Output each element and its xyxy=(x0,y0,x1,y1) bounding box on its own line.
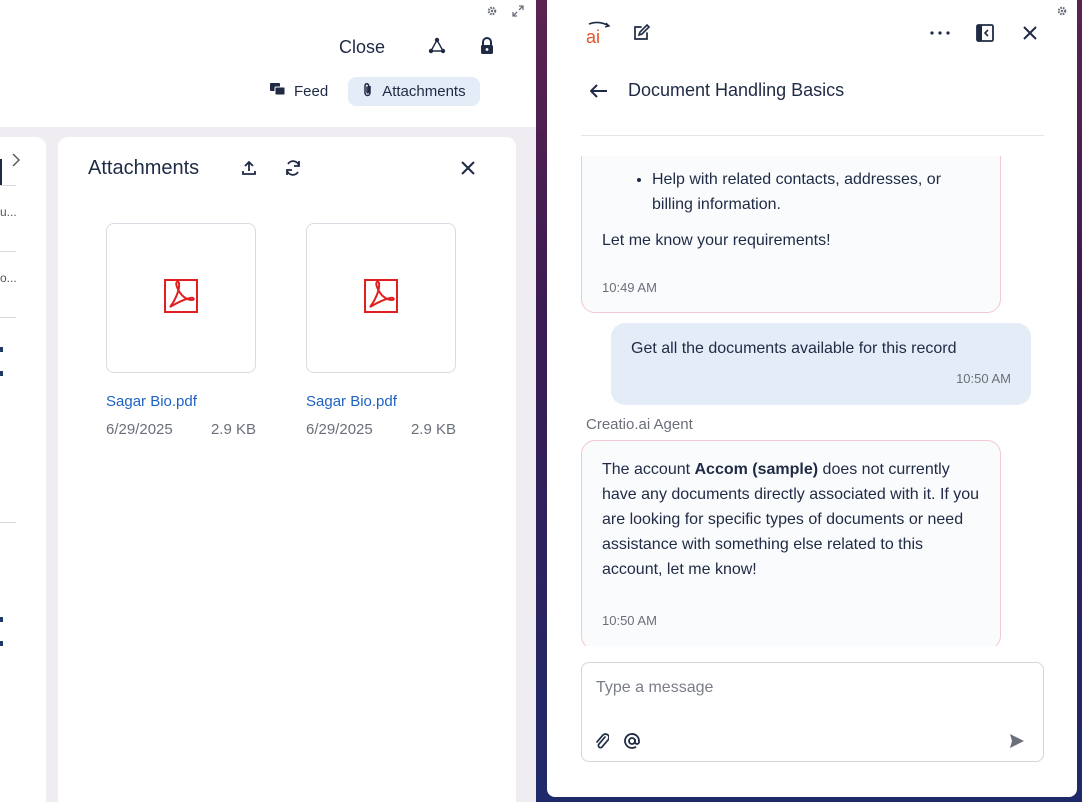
attachments-panel: Attachments Sagar Bio.pdf 6/29/2025 2.9 … xyxy=(58,137,516,802)
record-page: Close Feed Attachments u... o... Attachm… xyxy=(0,0,536,802)
mention-icon[interactable] xyxy=(622,731,642,751)
field-marker xyxy=(0,641,3,646)
chevron-right-icon[interactable] xyxy=(12,153,20,170)
side-snippet: u... xyxy=(0,205,17,219)
close-icon[interactable] xyxy=(458,158,478,178)
file-date: 6/29/2025 xyxy=(306,421,373,438)
window-controls xyxy=(486,5,524,20)
svg-text:ai: ai xyxy=(586,27,600,46)
account-name: Accom (sample) xyxy=(694,461,819,478)
message-text: Get all the documents available for this… xyxy=(631,340,957,357)
paperclip-icon xyxy=(362,82,374,102)
active-indicator xyxy=(0,159,3,185)
user-message: Get all the documents available for this… xyxy=(611,323,1031,405)
lock-icon[interactable] xyxy=(477,36,497,56)
tab-attachments-label: Attachments xyxy=(382,83,466,100)
file-date: 6/29/2025 xyxy=(106,421,173,438)
file-thumbnail[interactable] xyxy=(106,223,256,373)
agent-message: The account Accom (sample) does not curr… xyxy=(581,440,1001,646)
message-text-part: does not currently have any documents di… xyxy=(602,461,980,578)
file-size: 2.9 KB xyxy=(210,421,256,438)
field-marker xyxy=(0,347,3,352)
agent-name: Creatio.ai Agent xyxy=(586,416,693,433)
close-button[interactable]: Close xyxy=(339,37,385,58)
attach-icon[interactable] xyxy=(592,731,612,751)
file-name-link[interactable]: Sagar Bio.pdf xyxy=(306,393,456,410)
tab-feed-label: Feed xyxy=(294,83,329,100)
message-timestamp: 10:50 AM xyxy=(602,613,657,628)
file-name-link[interactable]: Sagar Bio.pdf xyxy=(106,393,256,410)
field-marker xyxy=(0,371,3,376)
divider xyxy=(0,522,16,523)
message-text: Let me know your requirements! xyxy=(602,232,831,249)
side-snippet: o... xyxy=(0,271,17,285)
tab-attachments[interactable]: Attachments xyxy=(348,77,480,106)
pdf-icon xyxy=(162,277,200,320)
close-icon[interactable] xyxy=(1019,22,1041,44)
message-list[interactable]: Help with related contacts, addresses, o… xyxy=(547,156,1077,646)
divider xyxy=(0,185,16,186)
file-thumbnail[interactable] xyxy=(306,223,456,373)
file-meta: 6/29/2025 2.9 KB xyxy=(306,421,456,438)
message-composer xyxy=(581,662,1044,762)
collapse-panel-icon[interactable] xyxy=(974,22,996,44)
divider xyxy=(0,251,16,252)
tab-feed[interactable]: Feed xyxy=(256,77,342,106)
new-chat-icon[interactable] xyxy=(630,22,652,44)
gear-icon[interactable] xyxy=(1056,5,1068,20)
attachment-item[interactable]: Sagar Bio.pdf 6/29/2025 2.9 KB xyxy=(306,223,456,438)
process-icon[interactable] xyxy=(427,36,447,56)
refresh-icon[interactable] xyxy=(283,158,303,178)
divider xyxy=(0,317,16,318)
bullet-list: Help with related contacts, addresses, o… xyxy=(602,167,982,217)
message-input[interactable] xyxy=(596,679,1016,697)
chat-title: Document Handling Basics xyxy=(628,80,845,100)
side-panel: u... o... xyxy=(0,137,46,802)
file-size: 2.9 KB xyxy=(410,421,456,438)
file-meta: 6/29/2025 2.9 KB xyxy=(106,421,256,438)
message-text-part: The account xyxy=(602,461,695,478)
field-marker xyxy=(0,617,3,622)
upload-icon[interactable] xyxy=(239,158,259,178)
message-timestamp: 10:50 AM xyxy=(956,371,1011,386)
list-item: Help with related contacts, addresses, o… xyxy=(652,167,982,217)
gear-icon[interactable] xyxy=(486,5,498,20)
attachments-title: Attachments xyxy=(88,157,200,179)
more-options-icon[interactable] xyxy=(929,22,951,44)
pdf-icon xyxy=(362,277,400,320)
message-timestamp: 10:49 AM xyxy=(602,280,657,295)
ai-chat-panel: ai Document Handling Basics Help with re… xyxy=(547,0,1077,797)
divider xyxy=(581,135,1044,136)
message-text: The account Accom (sample) does not curr… xyxy=(602,457,987,582)
record-tabs: Feed Attachments xyxy=(256,77,480,106)
agent-message: Help with related contacts, addresses, o… xyxy=(581,156,1001,313)
ai-logo: ai xyxy=(585,20,611,47)
back-arrow-icon[interactable] xyxy=(588,80,610,102)
send-icon[interactable] xyxy=(1007,731,1027,751)
feed-icon xyxy=(270,82,286,101)
expand-icon[interactable] xyxy=(512,5,524,20)
attachment-item[interactable]: Sagar Bio.pdf 6/29/2025 2.9 KB xyxy=(106,223,256,438)
